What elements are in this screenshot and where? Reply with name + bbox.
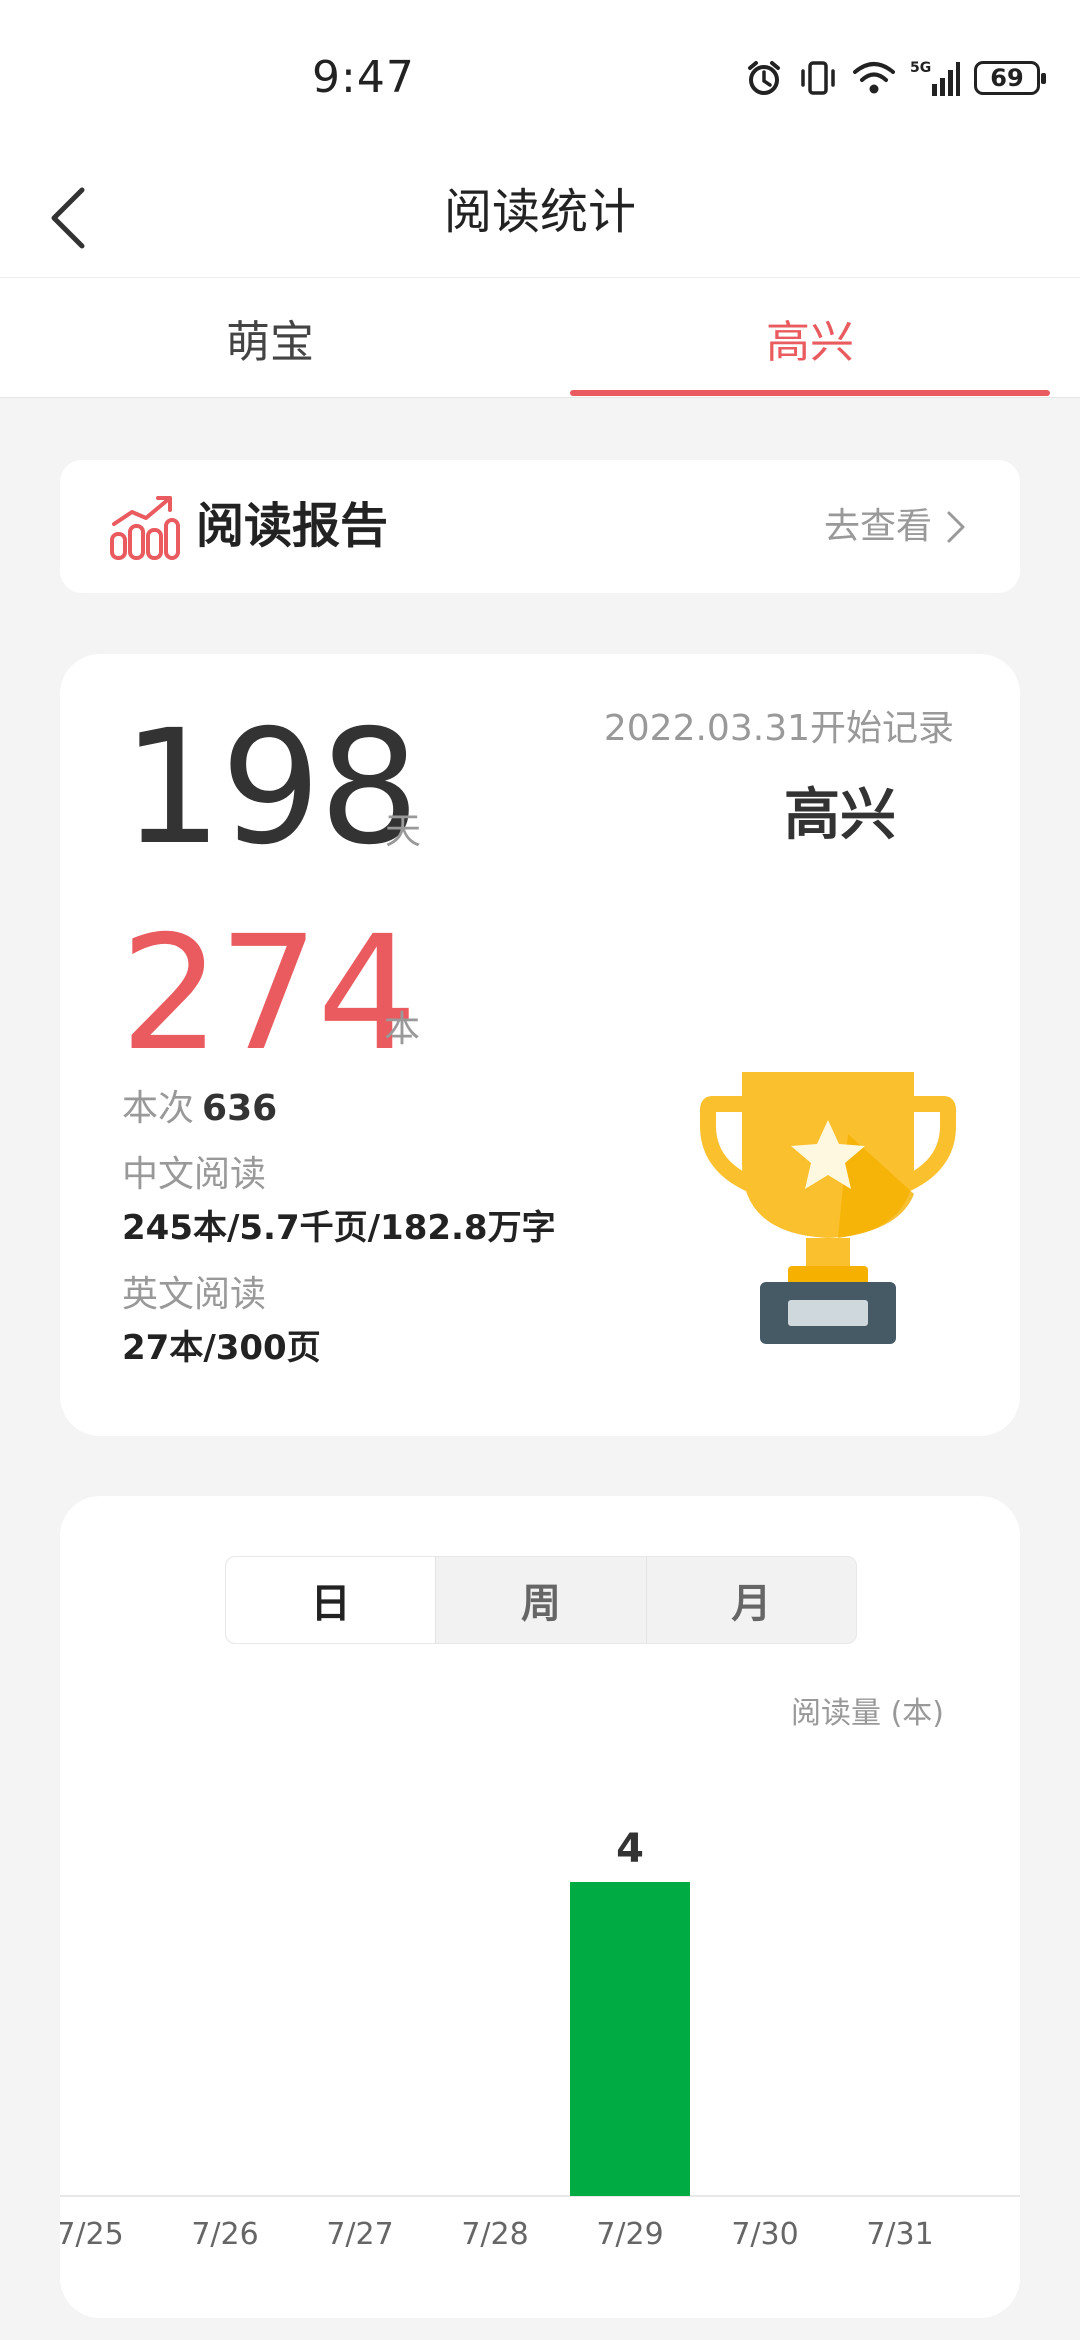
x-tick-label: 7/26 bbox=[191, 2217, 258, 2252]
times-value: 636 bbox=[202, 1088, 278, 1129]
tab-gaoxing[interactable]: 高兴 bbox=[540, 278, 1080, 398]
view-report-label: 去查看 bbox=[823, 506, 932, 547]
chevron-right-icon bbox=[947, 511, 965, 543]
report-title: 阅读报告 bbox=[196, 498, 389, 554]
active-tab-indicator bbox=[570, 390, 1050, 396]
status-time: 9:47 bbox=[312, 52, 415, 103]
battery-indicator: 69 bbox=[974, 61, 1046, 95]
record-start-date: 2022.03.31开始记录 bbox=[603, 708, 954, 749]
chart-bar bbox=[570, 1882, 690, 2196]
reading-days-value: 198 bbox=[122, 696, 420, 880]
child-name: 高兴 bbox=[784, 783, 896, 848]
alarm-icon bbox=[744, 58, 784, 98]
chinese-reading-label: 中文阅读 bbox=[122, 1154, 267, 1195]
times-row: 本次 636 bbox=[122, 1084, 277, 1134]
times-label: 本次 bbox=[122, 1088, 195, 1129]
bar-value-label: 4 bbox=[616, 1826, 644, 1872]
reading-chart-card: 日 周 月 阅读量 (本) 7/25 7/26 7/27 7/28 4 7/29 7/30 7… bbox=[60, 1496, 1020, 2318]
reading-days-unit: 天 bbox=[385, 811, 422, 852]
books-count-unit: 本 bbox=[384, 1009, 421, 1050]
page-title: 阅读统计 bbox=[443, 184, 636, 240]
english-reading-label: 英文阅读 bbox=[122, 1274, 267, 1315]
trophy-icon bbox=[688, 1054, 968, 1358]
books-count-value: 274 bbox=[120, 902, 418, 1086]
x-tick-label: 7/30 bbox=[731, 2217, 798, 2252]
chinese-reading-value: 245本/5.7千页/182.8万字 bbox=[122, 1208, 556, 1248]
reading-report-card[interactable]: 阅读报告 去查看 bbox=[60, 460, 1020, 593]
header: 阅读统计 bbox=[0, 160, 1080, 278]
x-tick-label: 7/25 bbox=[60, 2217, 124, 2252]
view-report-link[interactable]: 去查看 bbox=[824, 502, 966, 552]
reading-stats-card: 198 天 2022.03.31开始记录 高兴 274 本 本次 636 中文阅读… bbox=[60, 654, 1020, 1436]
english-reading-value: 27本/300页 bbox=[122, 1328, 321, 1368]
cellular-signal-icon: 5G bbox=[910, 58, 960, 98]
reading-bar-chart: 7/25 7/26 7/27 7/28 4 7/29 7/30 7/31 bbox=[60, 1826, 1020, 2252]
wifi-icon bbox=[852, 59, 896, 97]
x-tick-label: 7/31 bbox=[866, 2217, 933, 2252]
status-icons: 5G 69 bbox=[744, 58, 1046, 98]
user-tabs: 萌宝 高兴 bbox=[0, 278, 1080, 398]
status-bar: 9:47 5G 69 bbox=[0, 0, 1080, 160]
x-tick-label: 7/28 bbox=[461, 2217, 528, 2252]
bar-chart-trend-icon bbox=[108, 490, 180, 566]
x-tick-label: 7/29 bbox=[596, 2217, 663, 2252]
vibrate-icon bbox=[798, 58, 838, 98]
x-tick-label: 7/27 bbox=[326, 2217, 393, 2252]
svg-text:5G: 5G bbox=[910, 60, 931, 76]
tab-mengbao[interactable]: 萌宝 bbox=[0, 278, 540, 398]
